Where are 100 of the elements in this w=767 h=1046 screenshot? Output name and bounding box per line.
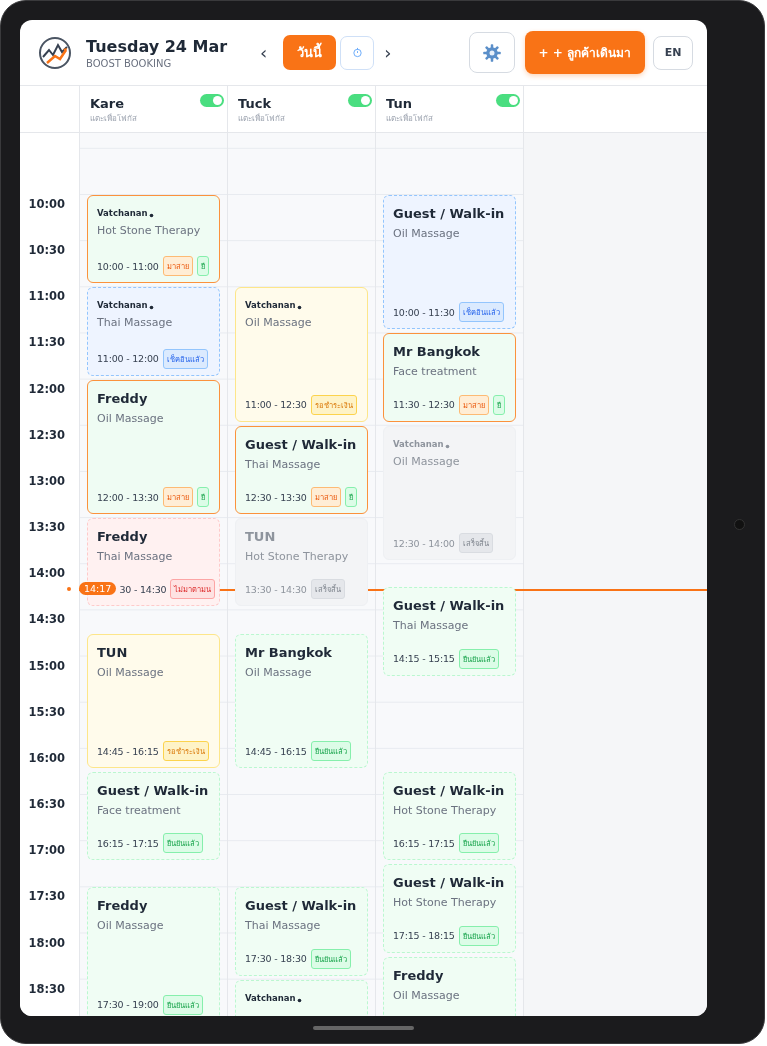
client-name: Vatchanan	[97, 208, 148, 218]
service-name: Oil Massage	[393, 454, 461, 468]
time-label: 15:00	[28, 658, 65, 673]
booking-time: 11:00 - 12:30	[245, 399, 307, 411]
settings-button[interactable]	[468, 32, 515, 73]
service-name: Face treatment	[393, 365, 478, 379]
logo-icon	[38, 35, 72, 70]
booking-time: 13:30 - 14:30	[245, 583, 307, 595]
focus-hint: แตะเพื่อโฟกัส	[238, 112, 286, 125]
time-label: 16:30	[28, 797, 65, 812]
client-name: Vatchanan	[245, 992, 296, 1003]
booking-time: 14:45 - 16:15	[97, 745, 159, 757]
current-time-dot	[67, 587, 71, 592]
booking-card[interactable]: Freddy Oil Massage	[383, 956, 516, 1016]
booking-time: 30 - 14:30	[119, 583, 167, 595]
time-label: 10:00	[28, 197, 65, 211]
service-name: Oil Massage	[97, 411, 165, 425]
time-label: 10:30	[28, 243, 65, 258]
client-name: Freddy	[97, 529, 149, 545]
toggle-switch[interactable]	[496, 94, 520, 107]
booking-time: 16:15 - 17:15	[393, 837, 455, 849]
time-label: 17:30	[28, 889, 65, 904]
time-label: 16:00	[28, 750, 65, 765]
client-name: Guest / Walk-in	[393, 206, 506, 221]
client-name: Guest / Walk-in	[245, 898, 358, 914]
booking-time: 12:00 - 13:30	[97, 491, 159, 503]
time-label: 11:00	[28, 289, 65, 304]
service-name: Oil Massage	[97, 665, 165, 679]
service-name: Oil Massage	[245, 665, 313, 679]
booking-time: 17:15 - 18:15	[393, 930, 455, 942]
client-name: Freddy	[97, 390, 149, 406]
home-indicator[interactable]	[313, 1026, 414, 1030]
service-name: Thai Massage	[245, 457, 322, 471]
booking-time: 10:00 - 11:00	[97, 260, 159, 272]
booking-time: 10:00 - 11:30	[393, 307, 455, 318]
time-label: 12:00	[28, 381, 65, 396]
current-time-badge: 14:17	[79, 582, 117, 596]
camera-icon	[734, 519, 745, 530]
booking-time: 11:30 - 12:30	[393, 399, 455, 411]
client-name: Guest / Walk-in	[245, 436, 358, 452]
focus-hint: แตะเพื่อโฟกัส	[386, 112, 434, 125]
service-name: Oil Massage	[393, 988, 461, 1002]
service-name: Hot Stone Therapy	[393, 804, 498, 818]
app-name: BOOST BOOKING	[86, 57, 173, 69]
time-label: 14:00	[28, 566, 65, 581]
client-name: Guest / Walk-in	[393, 783, 506, 799]
booking-time: 17:30 - 19:00	[97, 999, 159, 1011]
client-name: Guest / Walk-in	[393, 875, 506, 891]
time-label: 18:30	[28, 981, 65, 996]
client-name: Guest / Walk-in	[393, 598, 506, 614]
time-label: 14:30	[28, 612, 65, 627]
client-name: Vatchanan	[245, 300, 296, 311]
toggle-switch[interactable]	[200, 94, 224, 107]
clock-button[interactable]	[340, 35, 375, 70]
service-name: Thai Massage	[97, 550, 174, 564]
service-name: Thai Massage	[393, 619, 470, 633]
client-name: TUN	[97, 644, 129, 660]
toggle-switch[interactable]	[348, 94, 372, 107]
client-name: Mr Bangkok	[393, 344, 481, 360]
client-name: Vatchanan	[393, 438, 444, 449]
booking-card[interactable]: Vatchanan	[235, 979, 368, 1016]
booking-time: 14:45 - 16:15	[245, 745, 307, 757]
time-label: 15:30	[28, 704, 65, 719]
service-name: Oil Massage	[393, 227, 461, 240]
service-name: Oil Massage	[245, 316, 313, 330]
date-title: Tuesday 24 Mar	[86, 36, 229, 56]
staff-name: Tuck	[238, 96, 272, 111]
booking-time: 16:15 - 17:15	[97, 837, 159, 849]
client-name: TUN	[245, 529, 277, 545]
service-name: Thai Massage	[245, 919, 322, 933]
client-name: Vatchanan	[97, 300, 148, 311]
previous-day-button[interactable]: ‹	[254, 42, 274, 63]
service-name: Hot Stone Therapy	[97, 224, 202, 237]
time-label: 13:30	[28, 520, 65, 535]
booking-time: 12:30 - 13:30	[245, 491, 307, 503]
client-name: Freddy	[393, 967, 445, 983]
staff-name: Kare	[90, 96, 125, 111]
time-label: 12:30	[28, 427, 65, 442]
client-name: Mr Bangkok	[245, 644, 333, 660]
booking-time: 11:00 - 12:00	[97, 353, 159, 365]
time-label: 17:00	[28, 843, 65, 858]
staff-name: Tun	[386, 96, 412, 111]
focus-hint: แตะเพื่อโฟกัส	[90, 112, 138, 125]
client-name: Freddy	[97, 898, 149, 914]
service-name: Oil Massage	[97, 919, 165, 933]
gear-icon	[481, 42, 502, 63]
booking-time: 12:30 - 14:00	[393, 537, 455, 549]
language-button[interactable]: EN	[653, 35, 693, 70]
clock-icon	[351, 47, 363, 58]
service-name: Hot Stone Therapy	[245, 550, 350, 564]
booking-time: 14:15 - 15:15	[393, 653, 455, 665]
next-day-button[interactable]: ›	[378, 42, 398, 63]
time-label: 13:00	[28, 474, 65, 488]
client-name: Guest / Walk-in	[97, 783, 210, 799]
time-label: 18:00	[28, 935, 65, 950]
service-name: Face treatment	[97, 804, 182, 818]
service-name: Hot Stone Therapy	[393, 896, 498, 910]
service-name: Thai Massage	[97, 316, 174, 330]
booking-time: 17:30 - 18:30	[245, 953, 307, 965]
time-label: 11:30	[28, 335, 65, 350]
